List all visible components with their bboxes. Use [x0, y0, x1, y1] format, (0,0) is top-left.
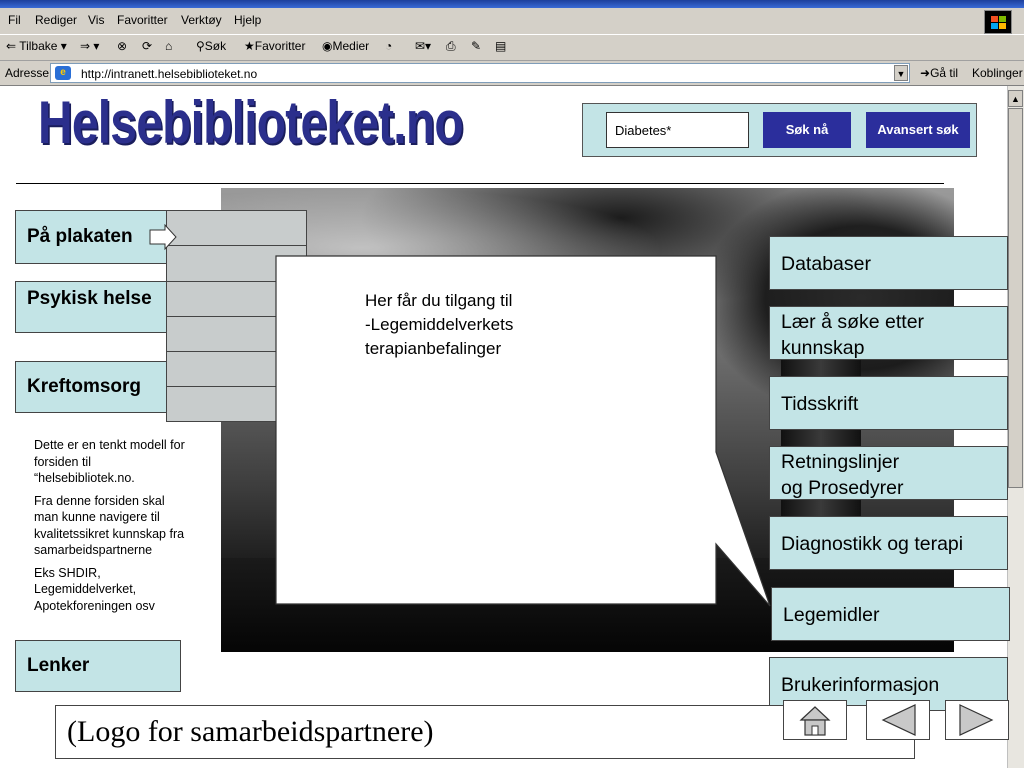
- forward-button[interactable]: ⇒ ▾: [80, 39, 99, 53]
- home-icon[interactable]: ⌂: [165, 39, 172, 53]
- note-paragraph: Eks SHDIR, Legemiddelverket, Apotekforen…: [34, 565, 155, 613]
- callout-line: terapianbefalinger: [365, 339, 502, 358]
- callout-line: -Legemiddelverkets: [365, 315, 514, 334]
- next-button[interactable]: [945, 700, 1009, 740]
- search-button[interactable]: ⚲Søk: [196, 39, 226, 53]
- site-logo[interactable]: Helsebiblioteket.no: [38, 88, 464, 157]
- home-nav-icon: [799, 706, 831, 736]
- print-icon[interactable]: ⎙: [446, 39, 456, 54]
- nav-lenker[interactable]: Lenker: [15, 640, 181, 692]
- prev-triangle-icon: [881, 704, 916, 736]
- search-icon: ⚲: [196, 39, 205, 53]
- edit-icon[interactable]: ✎: [471, 39, 481, 53]
- site-search-input[interactable]: Diabetes*: [606, 112, 749, 148]
- links-button[interactable]: Koblinger: [972, 66, 1023, 80]
- go-button[interactable]: ➜Gå til: [920, 66, 958, 80]
- back-label: Tilbake: [19, 39, 58, 53]
- windows-flag-icon: [984, 10, 1012, 34]
- media-label: Medier: [332, 39, 370, 53]
- nav-retningslinjer-line: og Prosedyrer: [781, 477, 904, 499]
- favorites-icon: ★: [244, 39, 255, 53]
- note-paragraph: Fra denne forsiden skal man kunne navige…: [34, 493, 185, 558]
- stop-icon[interactable]: ⊗: [117, 39, 127, 53]
- menu-help[interactable]: Hjelp: [234, 13, 261, 27]
- address-bar: Adresse e http://intranett.helsebibliote…: [0, 61, 1024, 86]
- forward-arrow-icon: ⇒: [80, 39, 91, 53]
- nav-diagnostikk-og-terapi[interactable]: Diagnostikk og terapi: [769, 516, 1008, 570]
- callout-text: Her får du tilgang til -Legemiddelverket…: [365, 289, 685, 361]
- menu-favorites[interactable]: Favoritter: [117, 13, 168, 27]
- address-dropdown-icon[interactable]: ▼: [894, 65, 908, 81]
- go-icon: ➜: [920, 66, 931, 80]
- back-button[interactable]: ⇐ Tilbake ▾: [6, 39, 67, 53]
- nav-databaser[interactable]: Databaser: [769, 236, 1008, 290]
- callout-line: Her får du tilgang til: [365, 291, 513, 310]
- ie-page-icon: e: [55, 66, 71, 80]
- back-arrow-icon: ⇐: [6, 39, 17, 53]
- nav-psykisk-helse[interactable]: Psykisk helse: [15, 281, 170, 333]
- search-now-button[interactable]: Søk nå: [763, 112, 851, 148]
- next-triangle-icon: [959, 704, 994, 736]
- nav-laer-a-soke[interactable]: Lær å søke etter kunnskap: [769, 306, 1008, 360]
- header-divider: [16, 183, 944, 184]
- menu-view[interactable]: Vis: [88, 13, 104, 27]
- favorites-label: Favoritter: [254, 39, 306, 53]
- favorites-button[interactable]: ★Favoritter: [244, 39, 305, 53]
- nav-retningslinjer-line: Retningslinjer: [781, 451, 900, 473]
- advanced-search-button[interactable]: Avansert søk: [866, 112, 970, 148]
- scroll-up-icon[interactable]: ▲: [1008, 90, 1023, 107]
- note-paragraph: Dette er en tenkt modell for forsiden ti…: [34, 438, 185, 485]
- browser-toolbar: ⇐ Tilbake ▾ ⇒ ▾ ⊗ ⟳ ⌂ ⚲Søk ★Favoritter ◉…: [0, 35, 1024, 61]
- home-nav-button[interactable]: [783, 700, 847, 740]
- menu-bar: Fil Rediger Vis Favoritter Verktøy Hjelp: [0, 8, 1024, 35]
- nav-legemidler[interactable]: Legemidler: [771, 587, 1010, 641]
- pointer-arrow-icon: [149, 224, 177, 250]
- address-label: Adresse: [5, 66, 50, 80]
- media-icon: ◉: [322, 39, 333, 53]
- model-note: Dette er en tenkt modell for forsiden ti…: [28, 434, 196, 638]
- menu-file[interactable]: Fil: [8, 13, 21, 27]
- discuss-icon[interactable]: ▤: [495, 39, 506, 53]
- menu-edit[interactable]: Rediger: [35, 13, 77, 27]
- media-button[interactable]: ◉Medier: [322, 39, 369, 53]
- address-input[interactable]: e http://intranett.helsebiblioteket.no: [50, 63, 910, 83]
- menu-tools[interactable]: Verktøy: [181, 13, 222, 27]
- scroll-thumb[interactable]: [1008, 108, 1023, 488]
- refresh-icon[interactable]: ⟳: [142, 39, 152, 53]
- nav-retningslinjer[interactable]: Retningslinjer og Prosedyrer: [769, 446, 1008, 500]
- nav-pa-plakaten[interactable]: På plakaten: [15, 210, 170, 264]
- history-icon[interactable]: ◔: [385, 39, 392, 53]
- mail-icon[interactable]: ✉▾: [415, 39, 431, 53]
- previous-button[interactable]: [866, 700, 930, 740]
- nav-kreftomsorg[interactable]: Kreftomsorg: [15, 361, 170, 413]
- address-url: http://intranett.helsebiblioteket.no: [81, 67, 258, 81]
- window-title-bar: [0, 0, 1024, 8]
- go-label: Gå til: [930, 66, 959, 80]
- nav-tidsskrift[interactable]: Tidsskrift: [769, 376, 1008, 430]
- search-label: Søk: [204, 39, 227, 53]
